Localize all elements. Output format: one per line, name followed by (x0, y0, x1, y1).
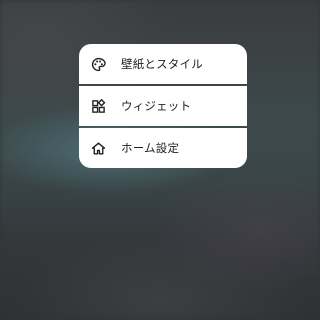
wallpaper-and-style-menu-item[interactable]: 壁紙とスタイル (79, 44, 247, 84)
widgets-icon (90, 98, 106, 114)
home-long-press-menu: 壁紙とスタイル ウィジェット ホーム設定 (79, 44, 247, 168)
home-settings-label: ホーム設定 (121, 141, 180, 155)
widgets-label: ウィジェット (121, 99, 192, 113)
wallpaper-and-style-label: 壁紙とスタイル (121, 57, 203, 71)
home-icon (90, 140, 106, 156)
widgets-menu-item[interactable]: ウィジェット (79, 86, 247, 126)
palette-icon (90, 56, 106, 72)
home-settings-menu-item[interactable]: ホーム設定 (79, 128, 247, 168)
